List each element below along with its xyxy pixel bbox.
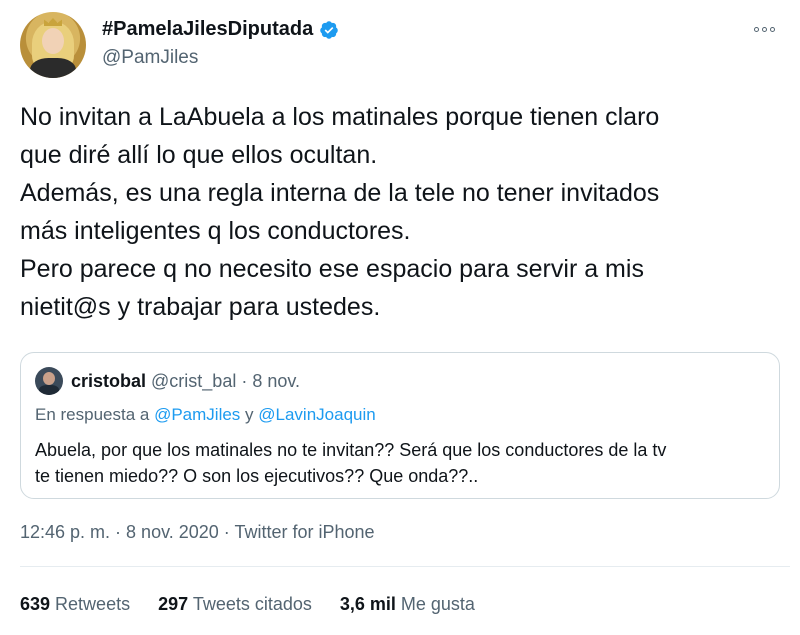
- tweet-line: Pero parece q no necesito ese espacio pa…: [20, 255, 644, 283]
- tweet-line: más inteligentes q los conductores.: [20, 217, 411, 245]
- author-avatar[interactable]: [20, 12, 86, 78]
- tweet-timestamp[interactable]: 12:46 p. m. · 8 nov. 2020 · Twitter for …: [20, 522, 375, 543]
- tweet-line: No invitan a LaAbuela a los matinales po…: [20, 103, 660, 131]
- reply-mention-pamjiles[interactable]: @PamJiles: [154, 405, 240, 424]
- quote-tweets-count: 297: [158, 594, 189, 614]
- tweet-line: nietit@s y trabajar para ustedes.: [20, 293, 381, 321]
- quoted-author-avatar[interactable]: [35, 367, 63, 395]
- engagement-stats: 639 Retweets 297 Tweets citados 3,6 mil …: [20, 594, 475, 615]
- tweet-line: Además, es una regla interna de la tele …: [20, 179, 660, 207]
- likes-count: 3,6 mil: [339, 594, 396, 614]
- quoted-text: Abuela, por que los matinales no te invi…: [35, 437, 770, 489]
- quoted-header: cristobal @crist_bal · 8 nov.: [71, 371, 300, 392]
- divider: [20, 566, 790, 567]
- retweets-stat[interactable]: 639 Retweets: [20, 594, 130, 615]
- retweets-label: Retweets: [50, 594, 131, 614]
- quoted-author-name[interactable]: cristobal: [71, 371, 146, 391]
- author-info: #PamelaJilesDiputada @PamJiles: [102, 18, 339, 69]
- quoted-line: Abuela, por que los matinales no te invi…: [35, 440, 667, 460]
- reply-mention-lavinjoaquin[interactable]: @LavinJoaquin: [258, 405, 375, 424]
- quote-tweets-label: Tweets citados: [188, 594, 312, 614]
- likes-label: Me gusta: [395, 594, 475, 614]
- quoted-author-meta: @crist_bal · 8 nov.: [146, 371, 301, 391]
- verified-badge-icon: [320, 20, 338, 39]
- retweets-count: 639: [20, 594, 51, 614]
- reply-context: En respuesta a @PamJiles y @LavinJoaquin: [35, 405, 376, 425]
- reply-prefix: En respuesta a: [35, 405, 155, 424]
- tweet: #PamelaJilesDiputada @PamJiles No invita…: [0, 0, 800, 635]
- tweet-line: que diré allí lo que ellos ocultan.: [20, 141, 378, 169]
- reply-and: y: [240, 405, 259, 424]
- quoted-tweet[interactable]: cristobal @crist_bal · 8 nov. En respues…: [20, 352, 780, 499]
- likes-stat[interactable]: 3,6 mil Me gusta: [340, 594, 475, 615]
- quoted-line: te tienen miedo?? O son los ejecutivos??…: [35, 466, 479, 486]
- author-display-name[interactable]: #PamelaJilesDiputada: [102, 18, 313, 41]
- more-options-icon[interactable]: [754, 22, 778, 36]
- author-name[interactable]: #PamelaJilesDiputada: [102, 18, 339, 41]
- author-handle[interactable]: @PamJiles: [102, 47, 339, 69]
- quote-tweets-stat[interactable]: 297 Tweets citados: [158, 594, 312, 615]
- tweet-text: No invitan a LaAbuela a los matinales po…: [20, 98, 790, 326]
